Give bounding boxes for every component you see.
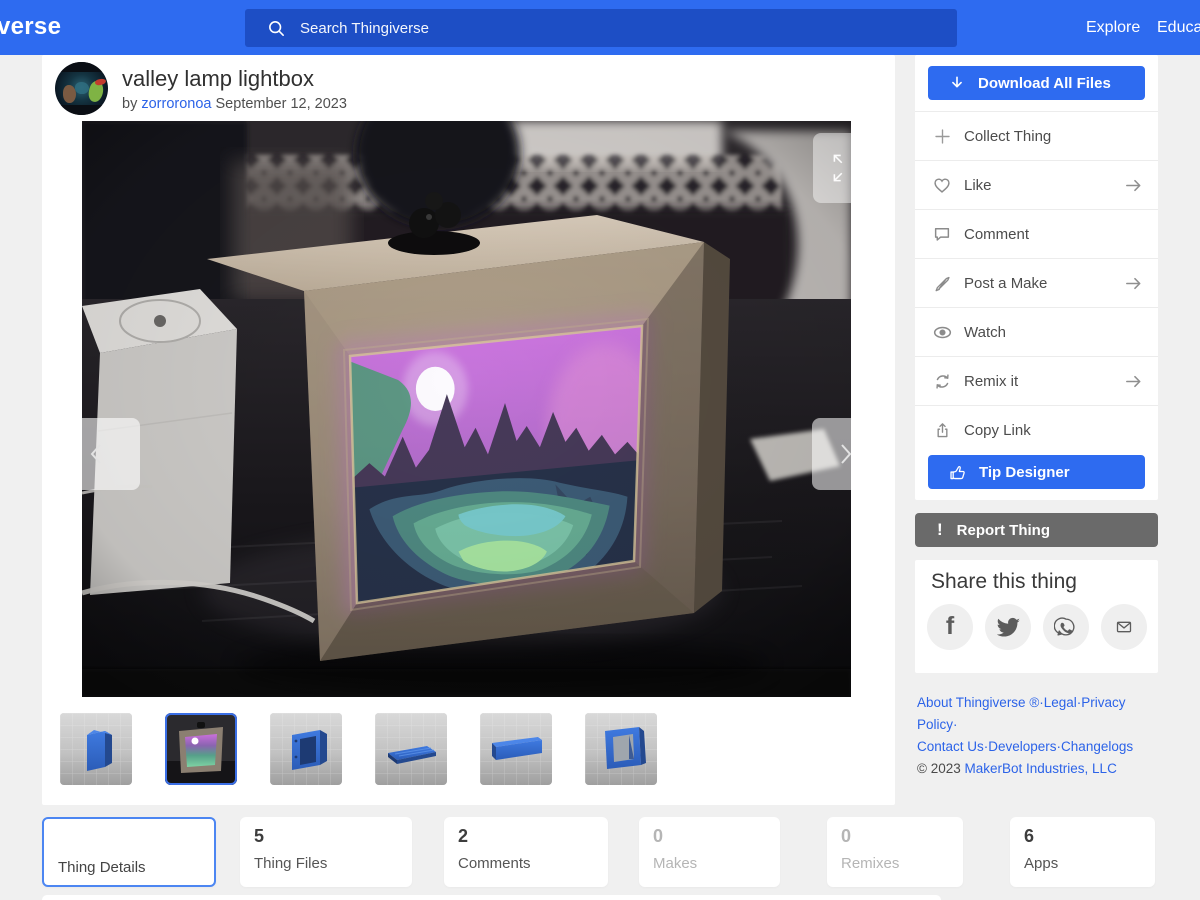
- chevron-right-icon: [834, 439, 858, 469]
- heart-icon: [930, 175, 954, 195]
- thing-card: valley lamp lightbox by zorroronoa Septe…: [42, 55, 895, 805]
- thumbnail-3-enclosure[interactable]: [270, 713, 342, 785]
- thing-details-panel-top: [42, 895, 941, 900]
- pencil-icon: [930, 273, 954, 293]
- magnifier-icon: [267, 19, 286, 38]
- thingiverse-logo[interactable]: verse: [0, 13, 61, 41]
- nav-explore[interactable]: Explore: [1086, 19, 1140, 37]
- tip-designer-button[interactable]: Tip Designer: [928, 455, 1145, 489]
- whatsapp-icon[interactable]: [1043, 604, 1089, 650]
- lightbox-photo-art: [82, 121, 851, 697]
- comment-bubble-icon: [930, 224, 954, 244]
- twitter-icon[interactable]: [985, 604, 1031, 650]
- thumbnail-1-blue-box[interactable]: [60, 713, 132, 785]
- avatar-art: [55, 62, 108, 72]
- thumbnail-5-strip[interactable]: [480, 713, 552, 785]
- copy-link-button[interactable]: Copy Link: [915, 405, 1158, 454]
- search-bar: [245, 9, 957, 47]
- download-all-files-button[interactable]: Download All Files: [928, 66, 1145, 100]
- next-image-button[interactable]: [812, 418, 880, 490]
- watch-button[interactable]: Watch: [915, 307, 1158, 356]
- remix-arrows-icon: [930, 372, 954, 391]
- nav-education[interactable]: Education: [1157, 19, 1200, 37]
- top-navbar: verse Explore Education: [0, 0, 1200, 55]
- remix-it-button[interactable]: Remix it: [915, 356, 1158, 405]
- post-a-make-button[interactable]: Post a Make: [915, 258, 1158, 307]
- eye-icon: [930, 322, 954, 343]
- thing-title: valley lamp lightbox: [122, 66, 314, 92]
- collect-thing-button[interactable]: Collect Thing: [915, 111, 1158, 160]
- share-box-icon: [930, 421, 954, 440]
- thumbnail-2-photo[interactable]: [165, 713, 237, 785]
- exclamation-icon: !: [937, 520, 943, 540]
- download-arrow-icon: [948, 74, 966, 92]
- like-button[interactable]: Like: [915, 160, 1158, 209]
- footer-line1[interactable]: About Thingiverse ®·Legal·Privacy Policy…: [917, 695, 1126, 732]
- expand-button[interactable]: [813, 133, 880, 203]
- author-link[interactable]: zorroronoa: [141, 96, 211, 112]
- facebook-icon[interactable]: f: [927, 604, 973, 650]
- tab-thing-files[interactable]: 5 Thing Files: [240, 817, 412, 887]
- tab-thing-details[interactable]: Thing Details: [42, 817, 216, 887]
- plus-icon: [930, 127, 954, 146]
- footer-line2[interactable]: Contact Us·Developers·Changelogs: [917, 739, 1133, 754]
- share-heading: Share this thing: [931, 570, 1077, 594]
- email-icon[interactable]: [1101, 604, 1147, 650]
- copyright: © 2023: [917, 761, 961, 776]
- tab-makes[interactable]: 0 Makes: [639, 817, 780, 887]
- footer-links: About Thingiverse ®·Legal·Privacy Policy…: [917, 692, 1161, 779]
- tab-apps[interactable]: 6 Apps: [1010, 817, 1155, 887]
- main-carousel-image[interactable]: [82, 121, 851, 697]
- chevron-left-icon: [84, 439, 108, 469]
- thumbnail-4-plate[interactable]: [375, 713, 447, 785]
- thingiverse-page: verse Explore Education valley lamp ligh…: [0, 0, 1200, 900]
- prev-image-button[interactable]: [52, 418, 140, 490]
- action-panel: Download All Files Collect Thing Like: [915, 55, 1158, 500]
- avatar[interactable]: [55, 62, 108, 115]
- thumbnail-6-frame[interactable]: [585, 713, 657, 785]
- thumbs-up-icon: [948, 463, 967, 482]
- action-list: Collect Thing Like Comment: [915, 111, 1158, 454]
- share-panel: Share this thing f: [915, 560, 1158, 673]
- arrow-right-icon: [1123, 371, 1144, 397]
- makerbot-link[interactable]: MakerBot Industries, LLC: [965, 761, 1117, 776]
- thing-byline: by zorroronoa September 12, 2023: [122, 96, 347, 112]
- arrow-right-icon: [1123, 273, 1144, 299]
- report-thing-button[interactable]: ! Report Thing: [915, 513, 1158, 547]
- tab-remixes[interactable]: 0 Remixes: [827, 817, 963, 887]
- comment-button[interactable]: Comment: [915, 209, 1158, 258]
- search-input[interactable]: [298, 19, 862, 38]
- expand-icon: [826, 147, 868, 189]
- tab-comments[interactable]: 2 Comments: [444, 817, 608, 887]
- arrow-right-icon: [1123, 175, 1144, 201]
- publish-date: September 12, 2023: [216, 96, 347, 112]
- share-icons: f: [927, 604, 1147, 650]
